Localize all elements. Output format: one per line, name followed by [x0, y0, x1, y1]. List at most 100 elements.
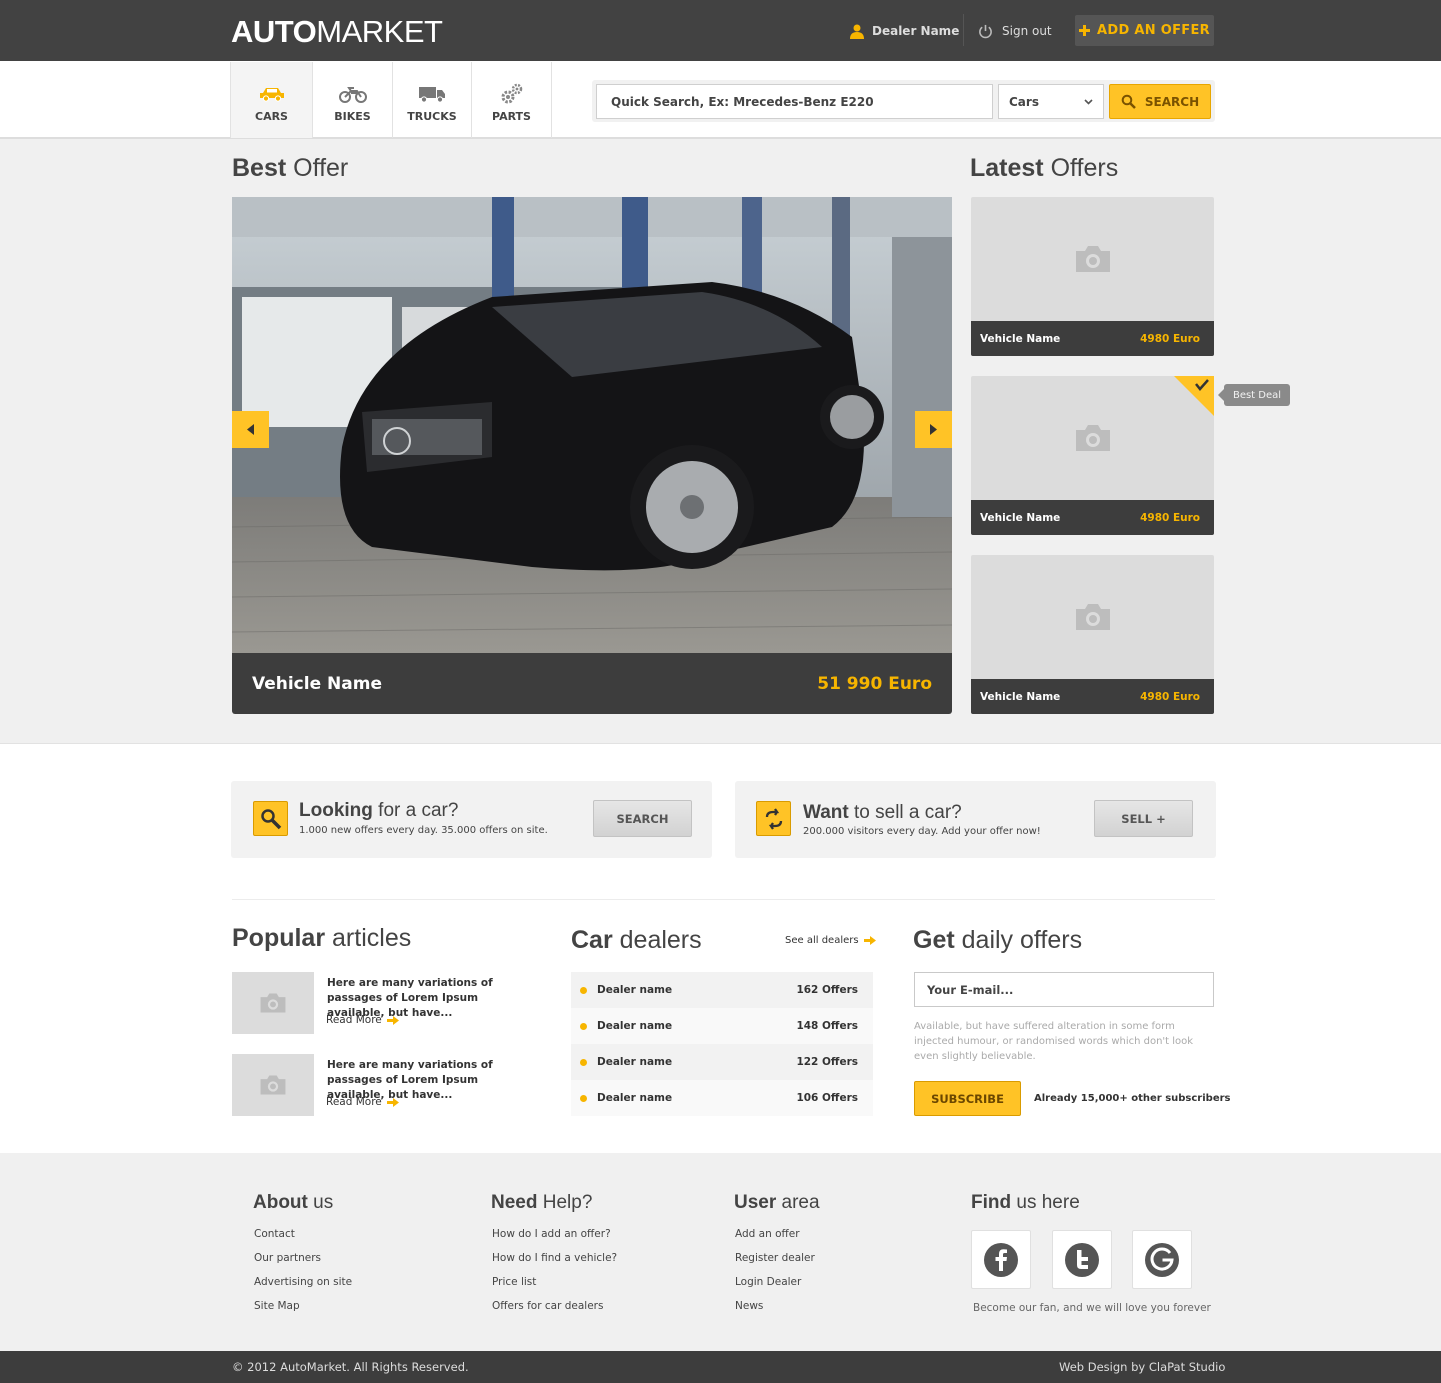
- camera-icon: [260, 993, 286, 1013]
- camera-icon: [1075, 425, 1110, 451]
- read-more-link[interactable]: Read More: [326, 1014, 399, 1026]
- sign-out-link[interactable]: Sign out: [978, 20, 1052, 42]
- popular-articles-heading: Popular articles: [232, 924, 412, 952]
- dealer-name: Dealer name: [597, 1056, 673, 1068]
- user-icon: [850, 24, 864, 39]
- footer-link[interactable]: News: [735, 1300, 815, 1324]
- exchange-icon: [756, 801, 791, 836]
- add-offer-label: ADD AN OFFER: [1097, 23, 1210, 38]
- power-icon: [979, 24, 992, 38]
- subscribe-button[interactable]: SUBSCRIBE: [914, 1081, 1021, 1116]
- best-offer-price: 51 990 Euro: [817, 673, 932, 694]
- footer-link[interactable]: Offers for car dealers: [492, 1300, 617, 1324]
- tab-label: TRUCKS: [407, 110, 457, 123]
- search-icon: [253, 801, 288, 836]
- dealer-name: Dealer name: [597, 984, 673, 996]
- arrow-right-icon: [386, 1015, 399, 1025]
- chevron-down-icon: [1084, 98, 1093, 105]
- footer-link[interactable]: Contact: [254, 1228, 352, 1252]
- tab-cars[interactable]: CARS: [230, 62, 313, 138]
- footer-link[interactable]: How do I add an offer?: [492, 1228, 617, 1252]
- footer-user-heading: User area: [734, 1192, 820, 1213]
- email-field[interactable]: [914, 972, 1214, 1007]
- footer-link[interactable]: Add an offer: [735, 1228, 815, 1252]
- offer-caption: Vehicle Name 4980 Euro: [971, 321, 1214, 356]
- category-select-value: Cars: [1009, 94, 1039, 109]
- footer-about-links: Contact Our partners Advertising on site…: [254, 1228, 352, 1324]
- motorbike-icon: [338, 83, 367, 105]
- dealer-name: Dealer name: [597, 1020, 673, 1032]
- add-offer-button[interactable]: ADD AN OFFER: [1075, 15, 1214, 46]
- gears-icon: [500, 83, 524, 105]
- truck-icon: [418, 83, 446, 105]
- best-offer-photo[interactable]: [232, 197, 952, 653]
- site-logo[interactable]: AUTOMARKET: [231, 14, 443, 50]
- promo-search-button[interactable]: SEARCH: [593, 800, 692, 837]
- twitter-button[interactable]: [1052, 1230, 1112, 1289]
- footer-link[interactable]: Advertising on site: [254, 1276, 352, 1300]
- car-icon: [258, 83, 286, 105]
- tab-parts[interactable]: PARTS: [472, 62, 552, 138]
- dealer-row[interactable]: Dealer name 106 Offers: [571, 1080, 873, 1116]
- tab-label: PARTS: [492, 110, 531, 123]
- footer-about-heading: About us: [253, 1192, 334, 1213]
- chevron-right-icon: [930, 424, 937, 435]
- google-button[interactable]: [1132, 1230, 1192, 1289]
- tab-bikes[interactable]: BIKES: [313, 62, 393, 138]
- dealer-name: Dealer name: [597, 1092, 673, 1104]
- best-offer-vehicle-name[interactable]: Vehicle Name: [252, 674, 382, 694]
- arrow-right-icon: [863, 936, 876, 945]
- footer-link[interactable]: Register dealer: [735, 1252, 815, 1276]
- article-item[interactable]: Here are many variations of passages of …: [232, 1054, 542, 1116]
- previous-arrow-button[interactable]: [232, 411, 269, 448]
- footer-help-links: How do I add an offer? How do I find a v…: [492, 1228, 617, 1324]
- facebook-button[interactable]: [971, 1230, 1031, 1289]
- top-bar-divider: [963, 14, 964, 46]
- promo-subtitle: 1.000 new offers every day. 35.000 offer…: [299, 825, 548, 836]
- design-credit[interactable]: Web Design by ClaPat Studio: [1059, 1360, 1225, 1374]
- footer-link[interactable]: Site Map: [254, 1300, 352, 1324]
- footer-link[interactable]: Our partners: [254, 1252, 352, 1276]
- looking-for-car-promo: Looking for a car? 1.000 new offers ever…: [231, 781, 712, 858]
- camera-icon: [1075, 246, 1110, 272]
- footer-link[interactable]: Price list: [492, 1276, 617, 1300]
- next-arrow-button[interactable]: [915, 411, 952, 448]
- dealer-row[interactable]: Dealer name 148 Offers: [571, 1008, 873, 1044]
- copyright-text: © 2012 AutoMarket. All Rights Reserved.: [232, 1360, 469, 1374]
- offer-price: 4980 Euro: [1140, 511, 1200, 524]
- bullet-icon: [580, 1094, 587, 1102]
- article-thumbnail: [232, 1054, 314, 1116]
- twitter-icon: [1065, 1242, 1099, 1277]
- see-all-dealers-link[interactable]: See all dealers: [785, 935, 876, 946]
- tab-trucks[interactable]: TRUCKS: [393, 62, 472, 138]
- subscriber-count: Already 15,000+ other subscribers: [1034, 1093, 1231, 1104]
- footer-link[interactable]: Login Dealer: [735, 1276, 815, 1300]
- search-button[interactable]: SEARCH: [1109, 84, 1211, 119]
- category-select[interactable]: Cars: [998, 84, 1104, 119]
- article-item[interactable]: Here are many variations of passages of …: [232, 972, 542, 1034]
- latest-offer-card[interactable]: Vehicle Name 4980 Euro: [971, 197, 1214, 356]
- footer-help-heading: Need Help?: [491, 1192, 593, 1213]
- section-divider: [232, 899, 1215, 900]
- dealer-row[interactable]: Dealer name 122 Offers: [571, 1044, 873, 1080]
- latest-offer-card[interactable]: Vehicle Name 4980 Euro: [971, 555, 1214, 714]
- arrow-right-icon: [386, 1097, 399, 1107]
- offer-price: 4980 Euro: [1140, 332, 1200, 345]
- dealer-account-link[interactable]: Dealer Name: [850, 20, 959, 42]
- footer: [0, 1153, 1441, 1351]
- best-deal-badge: Best Deal: [1218, 384, 1290, 406]
- daily-offers-heading: Get daily offers: [913, 926, 1083, 954]
- promo-sell-button[interactable]: SELL +: [1094, 800, 1193, 837]
- dealer-offer-count: 106 Offers: [796, 1092, 858, 1104]
- bullet-icon: [580, 1022, 587, 1030]
- dealer-offer-count: 148 Offers: [796, 1020, 858, 1032]
- dealer-row[interactable]: Dealer name 162 Offers: [571, 972, 873, 1008]
- article-thumbnail: [232, 972, 314, 1034]
- photo-placeholder: [971, 197, 1214, 321]
- quick-search-input[interactable]: [596, 84, 993, 119]
- footer-link[interactable]: How do I find a vehicle?: [492, 1252, 617, 1276]
- social-tagline: Become our fan, and we will love you for…: [973, 1302, 1211, 1314]
- promo-title: Want to sell a car?: [803, 802, 962, 823]
- facebook-icon: [984, 1242, 1018, 1277]
- read-more-link[interactable]: Read More: [326, 1096, 399, 1108]
